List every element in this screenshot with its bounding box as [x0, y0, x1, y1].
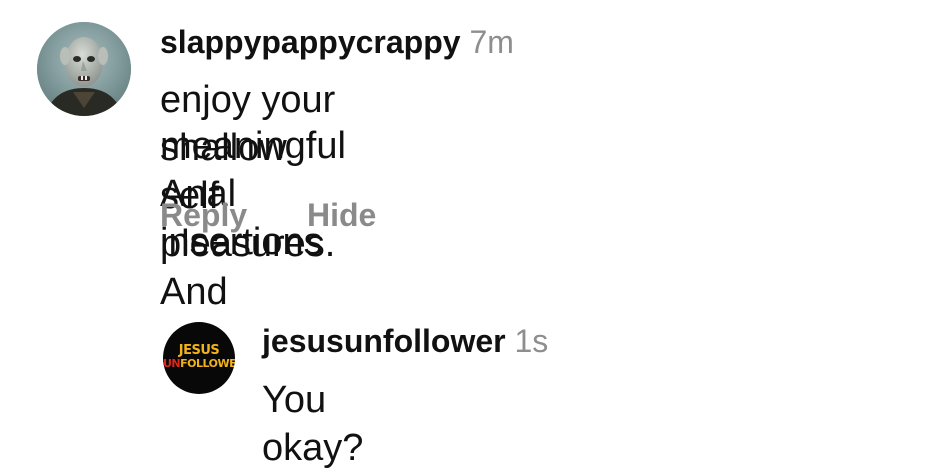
reply-avatar[interactable]: JESUS UNFOLLOWER	[163, 322, 235, 394]
logo-un-text: UN	[163, 357, 181, 370]
user-avatar[interactable]	[37, 22, 131, 116]
reply-username-row: jesusunfollower 1s	[262, 323, 548, 359]
avatar-logo-line-2: UNFOLLOWER	[163, 358, 235, 369]
hide-button[interactable]: Hide	[307, 197, 376, 234]
reply-button[interactable]: Reply	[160, 197, 247, 234]
reply-username[interactable]: jesusunfollower	[262, 323, 506, 359]
comment-username-row: slappypappycrappy 7m	[160, 24, 514, 60]
reply-text: You okay?	[262, 379, 364, 469]
avatar-portrait-icon	[37, 22, 131, 116]
reply-timestamp: 1s	[514, 323, 549, 359]
comment-username[interactable]: slappypappycrappy	[160, 24, 461, 60]
avatar-logo-line-1: JESUS	[163, 344, 235, 357]
comment-timestamp: 7m	[469, 24, 514, 60]
logo-follower-text: FOLLOWER	[180, 357, 235, 370]
comment-text-line-2: meaningful Anal insertions	[160, 125, 346, 263]
logo-jesus-text: JESUS	[178, 343, 220, 358]
